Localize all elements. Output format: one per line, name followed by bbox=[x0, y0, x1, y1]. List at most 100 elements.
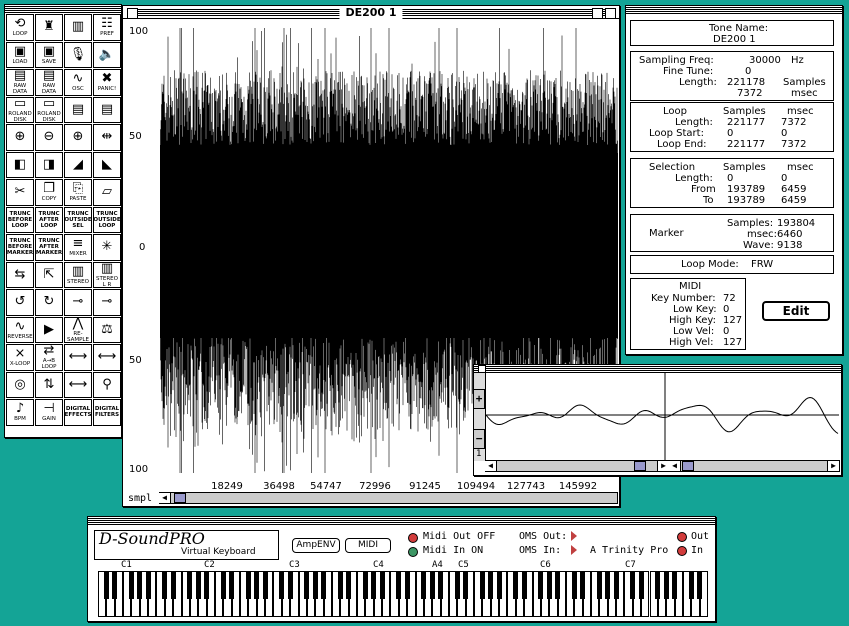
black-key[interactable] bbox=[605, 571, 611, 599]
tool-button[interactable]: ⇄ A→B LOOP bbox=[35, 344, 63, 371]
scroll-right-icon[interactable]: ▶ bbox=[657, 461, 669, 471]
black-key[interactable] bbox=[571, 571, 577, 599]
black-key[interactable] bbox=[312, 571, 318, 599]
black-key[interactable] bbox=[103, 571, 109, 599]
tool-button[interactable]: ⟷ bbox=[64, 344, 92, 371]
black-key[interactable] bbox=[463, 571, 469, 599]
black-key[interactable] bbox=[421, 571, 427, 599]
tool-button[interactable]: ▥ STEREO bbox=[64, 261, 92, 288]
black-key[interactable] bbox=[638, 571, 644, 599]
tool-button[interactable]: ▭ ROLAND DISK bbox=[35, 96, 63, 123]
tool-button[interactable]: ▣ LOAD bbox=[6, 41, 34, 68]
tool-button[interactable]: DIGITAL EFFECTS bbox=[64, 399, 92, 426]
tool-button[interactable]: TRUNC BEFORE LOOP bbox=[6, 206, 34, 233]
tool-button[interactable]: ▤ RAW DATA bbox=[6, 69, 34, 96]
black-key[interactable] bbox=[137, 571, 143, 599]
tool-button[interactable]: ✖ PANIC! bbox=[93, 69, 121, 96]
black-key[interactable] bbox=[112, 571, 118, 599]
tool-button[interactable]: ✳ bbox=[93, 234, 121, 261]
tool-button[interactable]: ♜ bbox=[35, 14, 63, 41]
tool-button[interactable]: TRUNC OUTSIDE LOOP bbox=[93, 206, 121, 233]
black-key[interactable] bbox=[162, 571, 168, 599]
tool-button[interactable]: ⊸ bbox=[64, 289, 92, 316]
black-key[interactable] bbox=[688, 571, 694, 599]
black-key[interactable] bbox=[538, 571, 544, 599]
scroll-right-icon[interactable]: ▶ bbox=[827, 461, 839, 471]
black-key[interactable] bbox=[429, 571, 435, 599]
black-key[interactable] bbox=[195, 571, 201, 599]
tool-button[interactable]: ⇱ bbox=[35, 261, 63, 288]
tool-button[interactable]: ⨯ X-LOOP bbox=[6, 344, 34, 371]
tool-button[interactable]: ⟷ bbox=[93, 344, 121, 371]
black-key[interactable] bbox=[663, 571, 669, 599]
tool-button[interactable]: ⇅ bbox=[35, 371, 63, 398]
black-key[interactable] bbox=[596, 571, 602, 599]
black-key[interactable] bbox=[655, 571, 661, 599]
keyboard-title-bar[interactable] bbox=[88, 517, 715, 525]
black-key[interactable] bbox=[362, 571, 368, 599]
black-key[interactable] bbox=[513, 571, 519, 599]
black-key[interactable] bbox=[321, 571, 327, 599]
zoom-out-button[interactable]: − bbox=[474, 429, 485, 449]
scroll-left-icon[interactable]: ◀ bbox=[669, 461, 681, 471]
black-key[interactable] bbox=[287, 571, 293, 599]
scroll-thumb[interactable] bbox=[634, 461, 646, 471]
tool-button[interactable]: ⊸ bbox=[93, 289, 121, 316]
zoom-waveform-graph[interactable] bbox=[486, 373, 839, 461]
tool-button[interactable]: ⇆ bbox=[6, 261, 34, 288]
midi-out-led-icon[interactable] bbox=[408, 533, 418, 543]
scroll-thumb[interactable] bbox=[174, 493, 186, 503]
loop-mode-box[interactable]: Loop Mode: FRW bbox=[630, 255, 834, 274]
oms-in-device[interactable]: A Trinity Pro bbox=[590, 545, 668, 556]
black-key[interactable] bbox=[187, 571, 193, 599]
black-key[interactable] bbox=[279, 571, 285, 599]
black-key[interactable] bbox=[262, 571, 268, 599]
zoom-scrollbar-right[interactable]: ◀ ▶ bbox=[669, 460, 840, 472]
scroll-thumb[interactable] bbox=[682, 461, 694, 471]
tool-button[interactable]: ⟲ LOOP bbox=[6, 14, 34, 41]
tool-button[interactable]: DIGITAL FILTERS bbox=[93, 399, 121, 426]
black-key[interactable] bbox=[128, 571, 134, 599]
tool-button[interactable]: ⊖ bbox=[35, 124, 63, 151]
black-key[interactable] bbox=[229, 571, 235, 599]
black-key[interactable] bbox=[580, 571, 586, 599]
tool-button[interactable]: 🔈 bbox=[93, 41, 121, 68]
zoom-title-bar[interactable] bbox=[474, 365, 841, 373]
tool-button[interactable]: ⚲ bbox=[93, 371, 121, 398]
black-key[interactable] bbox=[630, 571, 636, 599]
edit-button[interactable]: Edit bbox=[762, 301, 830, 321]
tool-button[interactable]: ☷ PREF bbox=[93, 14, 121, 41]
tool-button[interactable]: ⚖ bbox=[93, 316, 121, 343]
tool-button[interactable]: ▶ bbox=[35, 316, 63, 343]
ampenv-button[interactable]: AmpENV bbox=[292, 538, 340, 553]
tool-button[interactable]: ◣ bbox=[93, 151, 121, 178]
tool-button[interactable]: ↺ bbox=[6, 289, 34, 316]
tool-button[interactable]: ⊕ bbox=[64, 124, 92, 151]
black-key[interactable] bbox=[304, 571, 310, 599]
black-key[interactable] bbox=[204, 571, 210, 599]
black-key[interactable] bbox=[488, 571, 494, 599]
tool-button[interactable]: ⟷ bbox=[64, 371, 92, 398]
tool-button[interactable]: 🎙 bbox=[64, 41, 92, 68]
black-key[interactable] bbox=[254, 571, 260, 599]
waveform-horizontal-scrollbar[interactable]: ◀ bbox=[159, 492, 618, 504]
tool-button[interactable]: ∿ REVERSE bbox=[6, 316, 34, 343]
tool-button[interactable]: ▭ ROLAND DISK bbox=[6, 96, 34, 123]
oms-in-popup-icon[interactable] bbox=[571, 545, 577, 555]
tool-button[interactable]: TRUNC OUTSIDE SEL bbox=[64, 206, 92, 233]
tool-button[interactable]: ▱ bbox=[93, 179, 121, 206]
midi-button[interactable]: MIDI bbox=[345, 538, 391, 553]
zoom-close-box-icon[interactable] bbox=[478, 365, 486, 373]
tool-button[interactable]: ≡ MIXER bbox=[64, 234, 92, 261]
black-key[interactable] bbox=[337, 571, 343, 599]
tool-button[interactable]: ⎘ PASTE bbox=[64, 179, 92, 206]
black-key[interactable] bbox=[245, 571, 251, 599]
zoom-box-icon[interactable] bbox=[592, 8, 603, 19]
oms-out-popup-icon[interactable] bbox=[571, 531, 577, 541]
tool-button[interactable]: ▤ bbox=[64, 96, 92, 123]
black-key[interactable] bbox=[496, 571, 502, 599]
scroll-left-icon[interactable]: ◀ bbox=[485, 461, 497, 471]
tool-button[interactable]: ◎ bbox=[6, 371, 34, 398]
tool-button[interactable]: ▤ bbox=[93, 96, 121, 123]
black-key[interactable] bbox=[145, 571, 151, 599]
